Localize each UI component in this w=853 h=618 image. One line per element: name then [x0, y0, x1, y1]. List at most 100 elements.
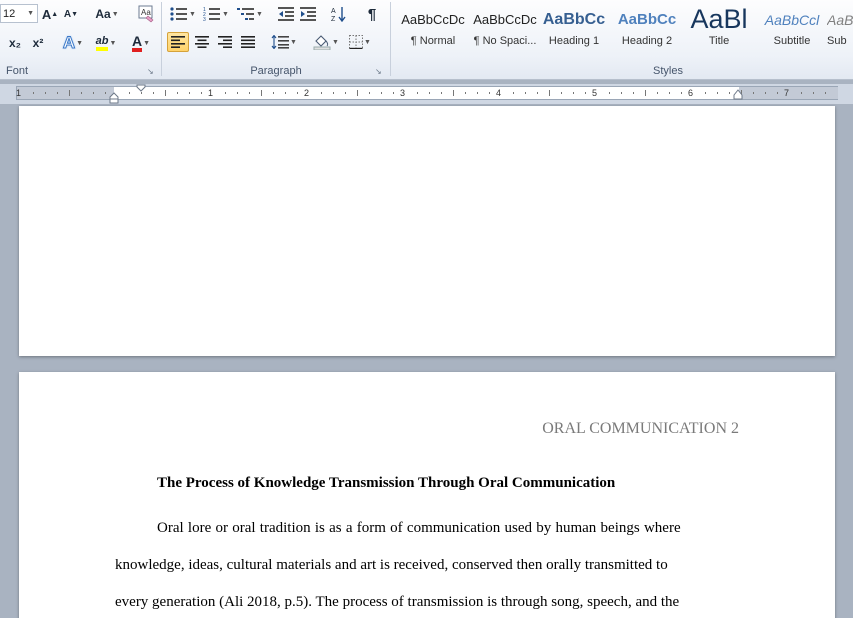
font-size-box[interactable]: 12 ▼ [0, 4, 38, 23]
paragraph-group: ▼ 1 2 3 ▼ ▼ A Z ¶ ▼ ▼ ▼ Paragraph ↘ [163, 0, 389, 80]
sort-button[interactable]: A Z [329, 4, 349, 24]
ruler-dot [81, 92, 82, 94]
ruler-dot [93, 92, 94, 94]
document-page-2[interactable]: ORAL COMMUNICATION 2 The Process of Know… [19, 372, 835, 618]
ruler-left-margin [17, 87, 114, 99]
subscript-button[interactable]: x₂ [6, 33, 24, 53]
ruler-dot [717, 92, 718, 94]
numbering-button[interactable]: 1 2 3 ▼ [201, 4, 231, 24]
font-group: 12 ▼ A ▲ A ▼ Aa ▼ Aa x₂ x² A ▼ ab ▼ A ▼ … [0, 0, 160, 80]
ruler-number: 2 [304, 88, 310, 98]
paragraph-group-label: Paragraph [250, 65, 302, 77]
clear-formatting-icon: Aa [138, 5, 154, 23]
ruler-dot [429, 92, 430, 94]
ruler-half-tick [645, 90, 646, 96]
paragraph-line[interactable]: Oral lore or oral tradition is as a form… [157, 520, 681, 537]
bullets-button[interactable]: ▼ [169, 4, 197, 24]
ruler-dot [585, 92, 586, 94]
ruler-dot [177, 92, 178, 94]
ruler-dot [129, 92, 130, 94]
align-left-button[interactable] [167, 32, 189, 52]
align-right-button[interactable] [214, 32, 236, 52]
align-center-button[interactable] [191, 32, 213, 52]
paragraph-line[interactable]: knowledge, ideas, cultural materials and… [115, 557, 668, 574]
superscript-button[interactable]: x² [29, 33, 47, 53]
style-subtitle[interactable]: AaBbCcl Subtitle [757, 4, 827, 56]
subscript-icon: x₂ [8, 36, 21, 50]
ruler-dot [441, 92, 442, 94]
style-name: Heading 1 [548, 35, 600, 47]
ruler-dot [753, 92, 754, 94]
decrease-indent-button[interactable] [276, 4, 296, 24]
grow-font-button[interactable]: A ▲ [42, 4, 58, 24]
ruler-dot [825, 92, 826, 94]
svg-text:A: A [331, 8, 336, 15]
ruler-number: 1 [16, 88, 22, 98]
shading-button[interactable]: ▼ [311, 32, 341, 52]
hanging-indent-marker[interactable] [109, 92, 119, 104]
style-heading-2[interactable]: AaBbCc Heading 2 [611, 4, 683, 56]
justify-button[interactable] [237, 32, 259, 52]
ruler-dot [801, 92, 802, 94]
superscript-icon: x² [32, 36, 44, 50]
shrink-font-button[interactable]: A ▼ [63, 4, 79, 24]
page-header[interactable]: ORAL COMMUNICATION 2 [542, 420, 739, 438]
paragraph-dialog-launcher-icon[interactable]: ↘ [375, 67, 384, 76]
highlight-button[interactable]: ab ▼ [91, 33, 121, 53]
change-case-button[interactable]: Aa ▼ [94, 4, 120, 24]
ribbon: 12 ▼ A ▲ A ▼ Aa ▼ Aa x₂ x² A ▼ ab ▼ A ▼ … [0, 0, 853, 80]
increase-indent-button[interactable] [298, 4, 318, 24]
multilevel-list-icon [237, 8, 255, 20]
ruler-dot [237, 92, 238, 94]
document-page-1[interactable] [19, 106, 835, 356]
font-dialog-launcher-icon[interactable]: ↘ [147, 67, 156, 76]
style-no-spacing[interactable]: AaBbCcDc ¶ No Spaci... [469, 4, 541, 56]
style-subtle-emphasis[interactable]: AaBl Sub [827, 4, 853, 56]
ruler-dot [705, 92, 706, 94]
ruler-dot [621, 92, 622, 94]
ruler-dot [489, 92, 490, 94]
ruler-number: 7 [784, 88, 790, 98]
ruler-dot [105, 92, 106, 94]
right-indent-marker[interactable] [733, 88, 743, 100]
increase-indent-icon [300, 7, 316, 21]
svg-text:Aa: Aa [141, 8, 151, 17]
show-marks-button[interactable]: ¶ [362, 4, 382, 24]
style-sample: AaBbCcDc [473, 12, 537, 27]
style-sample: AaBbCc [542, 11, 606, 28]
ruler-dot [393, 92, 394, 94]
style-name: ¶ No Spaci... [473, 35, 537, 47]
style-sample: AaBl [690, 4, 748, 30]
line-spacing-button[interactable]: ▼ [270, 32, 298, 52]
style-sample: AaBl [827, 12, 853, 28]
ruler-dot [657, 92, 658, 94]
line-spacing-icon [271, 35, 290, 49]
font-color-icon: A [131, 34, 143, 52]
text-effects-button[interactable]: A ▼ [60, 33, 86, 53]
style-normal[interactable]: AaBbCcDc ¶ Normal [397, 4, 469, 56]
style-heading-1[interactable]: AaBbCc Heading 1 [541, 4, 607, 56]
paragraph-line[interactable]: every generation (Ali 2018, p.5). The pr… [115, 594, 679, 611]
ruler-dot [333, 92, 334, 94]
style-title[interactable]: AaBl Title [683, 4, 755, 56]
ruler-dot [45, 92, 46, 94]
style-name: Subtitle [773, 35, 811, 47]
ruler-dot [201, 92, 202, 94]
borders-button[interactable]: ▼ [345, 32, 375, 52]
chevron-down-icon[interactable]: ▼ [27, 10, 34, 17]
ruler-number: 4 [496, 88, 502, 98]
ruler-dot [777, 92, 778, 94]
ruler-dot [321, 92, 322, 94]
style-sample: AaBbCcl [764, 12, 820, 28]
style-name: ¶ Normal [410, 35, 456, 47]
borders-icon [349, 35, 364, 49]
document-title[interactable]: The Process of Knowledge Transmission Th… [157, 475, 615, 492]
first-line-indent-marker[interactable] [136, 84, 146, 92]
ruler-dot [525, 92, 526, 94]
clear-formatting-button[interactable]: Aa [137, 3, 155, 25]
font-color-button[interactable]: A ▼ [126, 33, 156, 53]
style-name: Heading 2 [621, 35, 673, 47]
decrease-indent-icon [278, 7, 294, 21]
pilcrow-icon: ¶ [367, 5, 377, 23]
multilevel-list-button[interactable]: ▼ [235, 4, 265, 24]
